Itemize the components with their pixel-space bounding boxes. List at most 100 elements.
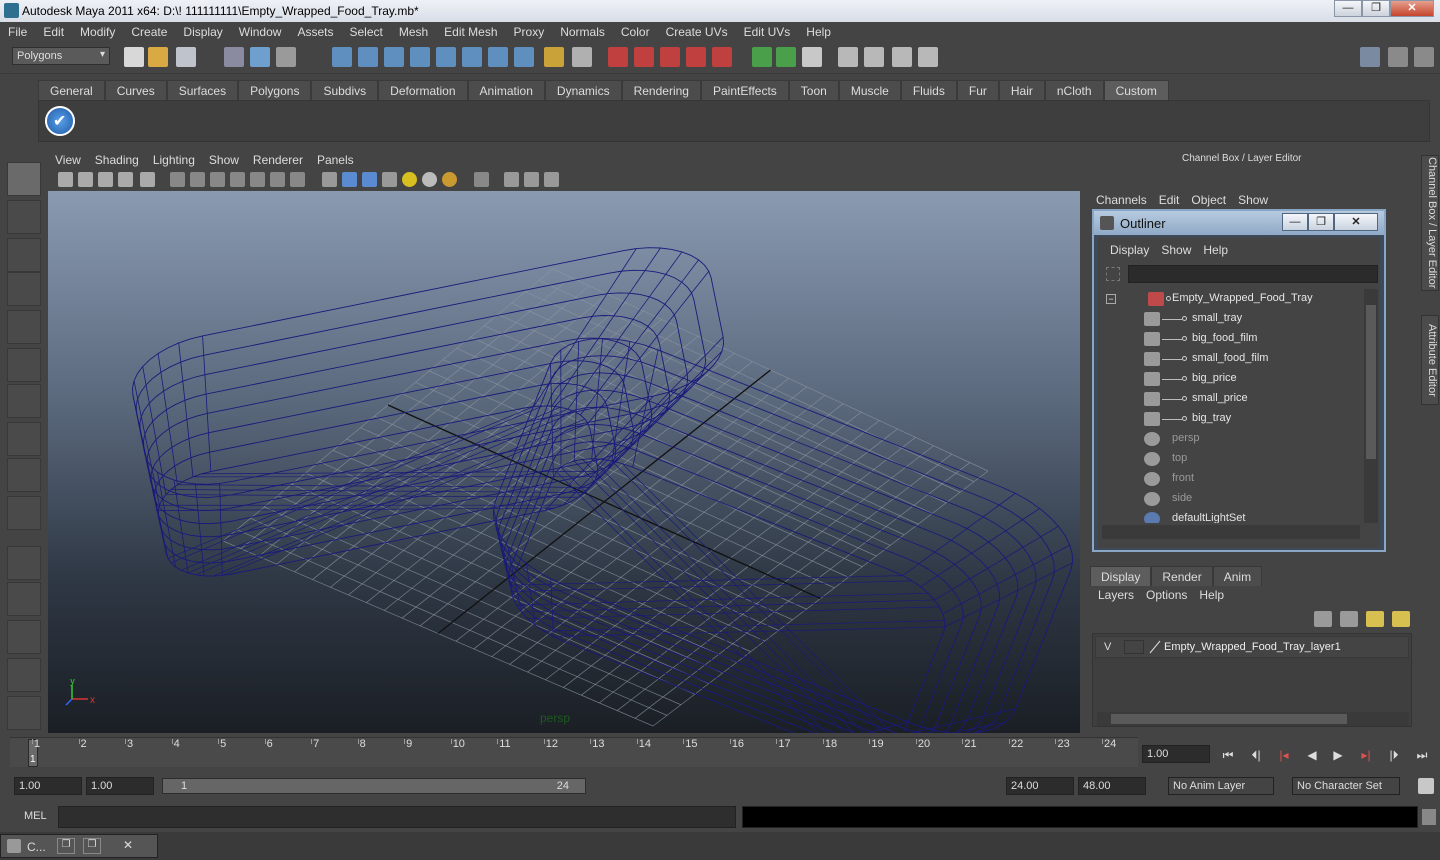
make-live-icon[interactable] (712, 47, 732, 67)
scale-tool-icon[interactable] (7, 348, 41, 382)
outliner-minimize-button[interactable]: — (1282, 213, 1308, 231)
cb-menu-object[interactable]: Object (1185, 193, 1232, 207)
bookmark-icon[interactable] (98, 172, 113, 187)
persp-graph-layout-icon[interactable] (7, 658, 41, 692)
xray-joints-icon[interactable] (524, 172, 539, 187)
create-layer-from-selected-icon[interactable] (1392, 611, 1410, 627)
camera-attributes-icon[interactable] (78, 172, 93, 187)
pick-deformations-icon[interactable] (410, 47, 430, 67)
toggle-attribute-editor-icon[interactable] (1388, 47, 1408, 67)
field-chart-icon[interactable] (250, 172, 265, 187)
menu-assets[interactable]: Assets (289, 25, 341, 39)
default-lighting-icon[interactable] (402, 172, 417, 187)
outliner-menu-help[interactable]: Help (1197, 243, 1234, 257)
isolate-select-icon[interactable] (474, 172, 489, 187)
layer-menu-help[interactable]: Help (1193, 588, 1230, 602)
outliner-item[interactable]: big_price (1102, 369, 1360, 389)
script-editor-icon[interactable] (1422, 809, 1436, 825)
shelf-tab-surfaces[interactable]: Surfaces (166, 80, 239, 100)
menu-set-dropdown[interactable]: Polygons (12, 47, 110, 65)
menu-normals[interactable]: Normals (552, 25, 613, 39)
all-lights-icon[interactable] (422, 172, 437, 187)
snap-view-plane-icon[interactable] (686, 47, 706, 67)
two-d-pan-icon[interactable] (140, 172, 155, 187)
outliner-item[interactable]: defaultLightSet (1102, 509, 1360, 523)
toggle-channel-box-icon[interactable] (1360, 47, 1380, 67)
outliner-item[interactable]: small_price (1102, 389, 1360, 409)
paint-select-tool-icon[interactable] (7, 238, 41, 272)
wireframe-shading-icon[interactable] (322, 172, 337, 187)
outliner-item[interactable]: front (1102, 469, 1360, 489)
shelf-tab-ncloth[interactable]: nCloth (1044, 80, 1104, 100)
shelf-tab-fur[interactable]: Fur (956, 80, 999, 100)
layer-visibility-toggle[interactable]: V (1104, 641, 1111, 653)
move-tool-icon[interactable] (7, 272, 41, 306)
safe-action-icon[interactable] (270, 172, 285, 187)
go-to-end-icon[interactable]: ⏭ (1412, 746, 1432, 764)
end-time-field[interactable]: 48.00 (1078, 777, 1146, 795)
shelf-tab-animation[interactable]: Animation (467, 80, 545, 100)
menu-display[interactable]: Display (175, 25, 230, 39)
select-hierarchy-icon[interactable] (224, 47, 244, 67)
render-settings-icon[interactable] (918, 47, 938, 67)
persp-outliner-layout-icon[interactable] (7, 620, 41, 654)
menu-select[interactable]: Select (341, 25, 390, 39)
panel-menu-renderer[interactable]: Renderer (246, 153, 310, 167)
viewport-persp[interactable]: persp x y (48, 191, 1080, 733)
shelf-tab-deformation[interactable]: Deformation (378, 80, 468, 100)
shelf-tab-hair[interactable]: Hair (998, 80, 1045, 100)
menu-create[interactable]: Create (123, 25, 175, 39)
minimized-maximize-button[interactable]: ❐ (83, 838, 101, 854)
cb-menu-show[interactable]: Show (1232, 193, 1274, 207)
render-frame-icon[interactable] (864, 47, 884, 67)
range-slider[interactable]: 1 24 (162, 778, 586, 794)
snap-grid-icon[interactable] (608, 47, 628, 67)
ipr-render-icon[interactable] (892, 47, 912, 67)
outliner-filter-input[interactable] (1128, 265, 1378, 283)
step-forward-frame-icon[interactable]: |⏵ (1384, 746, 1404, 764)
panel-menu-panels[interactable]: Panels (310, 153, 361, 167)
grid-toggle-icon[interactable] (170, 172, 185, 187)
input-ops-icon[interactable] (752, 47, 772, 67)
outliner-vscrollbar[interactable] (1364, 289, 1378, 523)
menu-edit-mesh[interactable]: Edit Mesh (436, 25, 505, 39)
layer-tab-anim[interactable]: Anim (1212, 566, 1263, 586)
minimize-button[interactable]: — (1334, 0, 1362, 17)
anim-layer-dropdown[interactable]: No Anim Layer (1168, 777, 1274, 795)
side-tab-channel-box[interactable]: Channel Box / Layer Editor (1421, 155, 1439, 291)
outliner-item[interactable]: big_tray (1102, 409, 1360, 429)
xray-icon[interactable] (504, 172, 519, 187)
layer-row[interactable]: V Empty_Wrapped_Food_Tray_layer1 (1095, 636, 1409, 658)
smooth-shading-icon[interactable] (342, 172, 357, 187)
go-to-start-icon[interactable]: ⏮ (1218, 746, 1238, 764)
universal-manipulator-icon[interactable] (7, 384, 41, 418)
time-slider[interactable]: 1 1 2 3 4 5 6 7 8 9 10 11 12 13 14 15 16 17 18 19 20 21 22 23 2… (10, 737, 1138, 767)
play-backwards-icon[interactable]: ◀ (1302, 746, 1322, 764)
menu-help[interactable]: Help (798, 25, 839, 39)
cb-menu-channels[interactable]: Channels (1090, 193, 1153, 207)
outliner-item[interactable]: persp (1102, 429, 1360, 449)
last-tool-icon[interactable] (7, 496, 41, 530)
soft-mod-tool-icon[interactable] (7, 422, 41, 456)
layer-hscrollbar[interactable] (1097, 712, 1409, 726)
current-time-field[interactable]: 1.00 (1142, 745, 1210, 763)
outliner-menu-show[interactable]: Show (1155, 243, 1197, 257)
shadows-icon[interactable] (442, 172, 457, 187)
render-view-icon[interactable] (838, 47, 858, 67)
outliner-menu-display[interactable]: Display (1104, 243, 1155, 257)
step-forward-key-icon[interactable]: ▸| (1356, 746, 1376, 764)
character-set-dropdown[interactable]: No Character Set (1292, 777, 1400, 795)
pick-help-icon[interactable] (514, 47, 534, 67)
outliner-item[interactable]: top (1102, 449, 1360, 469)
menu-window[interactable]: Window (231, 25, 290, 39)
pick-dynamics-icon[interactable] (436, 47, 456, 67)
collapse-toggle-icon[interactable]: − (1106, 294, 1116, 304)
shelf-tab-dynamics[interactable]: Dynamics (544, 80, 622, 100)
cmd-language-label[interactable]: MEL (24, 810, 47, 822)
move-layer-up-icon[interactable] (1314, 611, 1332, 627)
outliner-item[interactable]: small_food_film (1102, 349, 1360, 369)
toggle-tool-settings-icon[interactable] (1414, 47, 1434, 67)
outliner-item[interactable]: small_tray (1102, 309, 1360, 329)
shelf-tab-toon[interactable]: Toon (788, 80, 839, 100)
close-button[interactable]: ✕ (1390, 0, 1434, 17)
